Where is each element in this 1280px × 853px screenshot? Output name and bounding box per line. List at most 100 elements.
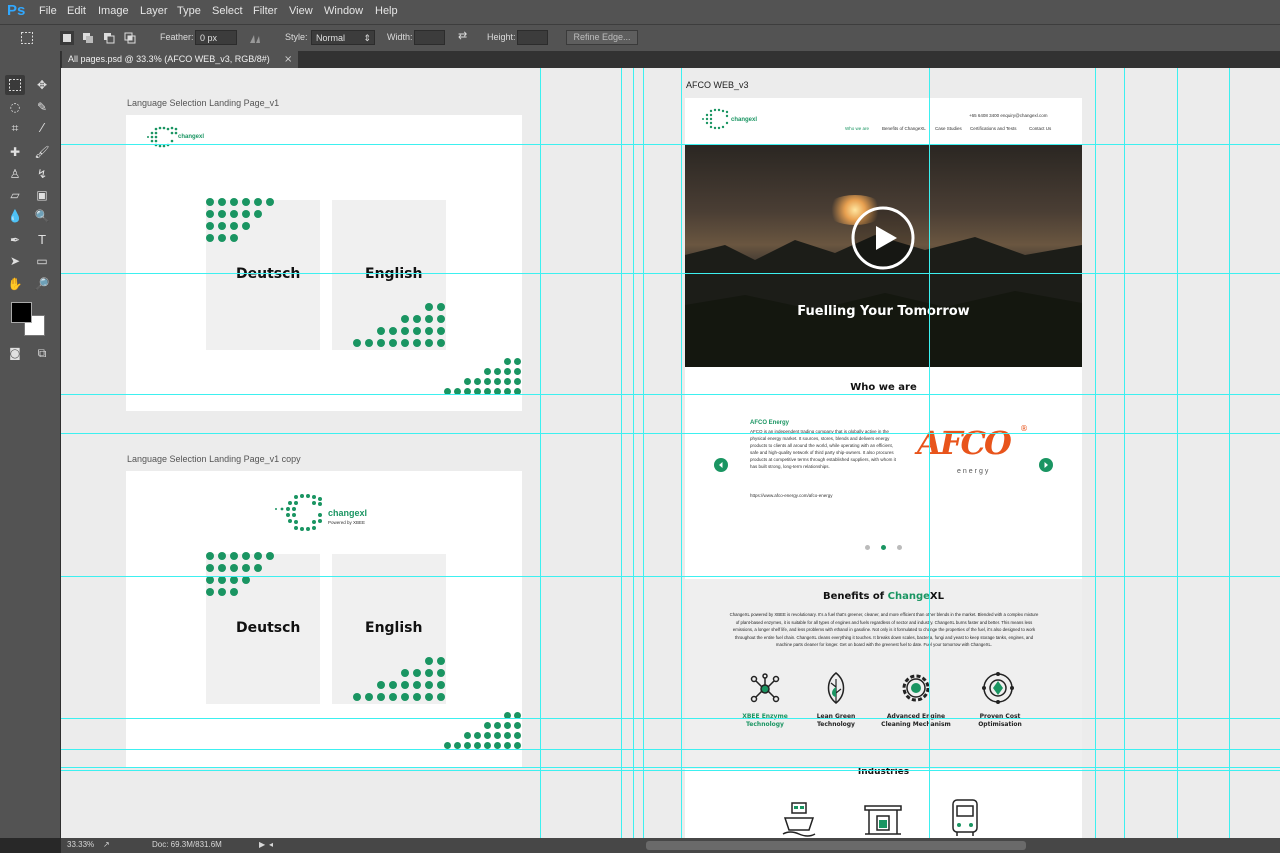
photoshop-logo: Ps: [7, 2, 26, 19]
eraser-tool-icon[interactable]: ▱: [5, 185, 25, 205]
menu-window[interactable]: Window: [324, 5, 363, 17]
gradient-tool-icon[interactable]: ▣: [32, 185, 52, 205]
guide-line-v9: [1177, 68, 1178, 838]
carousel-dot-3[interactable]: [897, 545, 902, 550]
pen-tool-icon[interactable]: ✒: [5, 230, 25, 250]
menu-edit[interactable]: Edit: [67, 5, 86, 17]
document-tab[interactable]: All pages.psd @ 33.3% (AFCO WEB_v3, RGB/…: [62, 51, 298, 68]
canvas-area[interactable]: Language Selection Landing Page_v1 chang…: [61, 68, 1280, 838]
refine-edge-button[interactable]: Refine Edge...: [566, 30, 638, 45]
menu-select[interactable]: Select: [212, 5, 243, 17]
brush-tool-icon[interactable]: 🖌: [32, 142, 52, 162]
carousel-dot-2[interactable]: [881, 545, 886, 550]
artboard-landing-v1[interactable]: changexl Deutsch English: [126, 115, 522, 411]
new-selection-icon[interactable]: [60, 31, 74, 45]
healing-brush-tool-icon[interactable]: ✚: [5, 142, 25, 162]
pattern-dot: [504, 378, 511, 385]
slide-link[interactable]: https://www.afco-energy.com/afco-energy: [750, 493, 832, 498]
anti-alias-icon[interactable]: [248, 31, 262, 45]
pattern-dot: [218, 234, 226, 242]
path-selection-tool-icon[interactable]: ➤: [5, 251, 25, 271]
move-tool-icon[interactable]: ✥: [32, 75, 52, 95]
guide-line-v2: [621, 68, 622, 838]
style-select[interactable]: Normal ⇕: [311, 30, 375, 45]
menu-view[interactable]: View: [289, 5, 313, 17]
pattern-dot: [254, 552, 262, 560]
artboard-landing-v1-copy[interactable]: changexl Powered by XBEE Deutsch English: [126, 471, 522, 767]
pattern-dot: [230, 210, 238, 218]
menu-help[interactable]: Help: [375, 5, 398, 17]
nav-benefits[interactable]: Benefits of ChangeXL: [882, 126, 926, 131]
pattern-dot: [425, 669, 433, 677]
menu-type[interactable]: Type: [177, 5, 201, 17]
carousel-dot-1[interactable]: [865, 545, 870, 550]
intersect-selection-icon[interactable]: [123, 31, 137, 45]
share-icon[interactable]: ↗: [103, 840, 110, 849]
quick-mask-icon[interactable]: ◙: [5, 343, 25, 363]
dodge-tool-icon[interactable]: 🔍: [32, 206, 52, 226]
menu-layer[interactable]: Layer: [140, 5, 168, 17]
guide-line-h4: [61, 433, 1280, 434]
status-menu-arrow-icon[interactable]: ▶: [259, 840, 265, 849]
pattern-dot: [389, 693, 397, 701]
slide-body: AFCO is an independent trading company t…: [750, 429, 896, 469]
blur-tool-icon[interactable]: 💧: [5, 206, 25, 226]
nav-who-we-are[interactable]: Who we are: [845, 126, 869, 131]
chevron-updown-icon: ⇕: [363, 33, 371, 43]
pattern-dot: [474, 742, 481, 749]
nav-case-studies[interactable]: Case Studies: [935, 126, 962, 131]
hand-tool-icon[interactable]: ✋: [5, 274, 25, 294]
menu-image[interactable]: Image: [98, 5, 129, 17]
pattern-dot: [218, 210, 226, 218]
pattern-dot: [494, 368, 501, 375]
pattern-dot: [401, 669, 409, 677]
pattern-dot: [504, 742, 511, 749]
pattern-dot: [425, 693, 433, 701]
guide-line-v4: [643, 68, 644, 838]
chevron-right-icon[interactable]: [1039, 458, 1053, 472]
history-brush-tool-icon[interactable]: ↯: [32, 164, 52, 184]
screen-mode-icon[interactable]: ⧉: [32, 343, 52, 363]
zoom-tool-icon[interactable]: 🔎: [32, 274, 52, 294]
fuel-station-icon: [864, 805, 902, 835]
artboard-afco-web[interactable]: changexl +65 6408 3400 enquiry@changexl.…: [685, 98, 1082, 838]
eyedropper-tool-icon[interactable]: ⁄: [32, 118, 52, 138]
subtract-selection-icon[interactable]: [102, 31, 116, 45]
foreground-color-swatch-front[interactable]: [11, 302, 32, 323]
rectangular-marquee-tool-icon[interactable]: [5, 75, 25, 95]
add-selection-icon[interactable]: [81, 31, 95, 45]
dot-pattern-2: [126, 471, 522, 767]
menu-file[interactable]: File: [39, 5, 57, 17]
quick-selection-tool-icon[interactable]: ✎: [32, 97, 52, 117]
nav-contact-us[interactable]: Contact Us: [1029, 126, 1051, 131]
menu-filter[interactable]: Filter: [253, 5, 277, 17]
pattern-dot: [464, 742, 471, 749]
feather-input[interactable]: 0 px: [195, 30, 237, 45]
lasso-tool-icon[interactable]: ◌: [5, 97, 25, 117]
width-label: Width:: [387, 32, 413, 42]
feather-label: Feather:: [160, 32, 194, 42]
guide-line-v3: [633, 68, 634, 838]
marquee-preset-icon[interactable]: [20, 31, 34, 45]
pattern-dot: [389, 339, 397, 347]
width-input[interactable]: [414, 30, 445, 45]
nav-certifications[interactable]: Certifications and Tests: [970, 126, 1016, 131]
pattern-dot: [514, 368, 521, 375]
play-button-icon[interactable]: [851, 206, 915, 270]
benefits-body: ChangeXL powered by XBEE is revolutionar…: [729, 612, 1039, 647]
clone-stamp-tool-icon[interactable]: ♙: [5, 164, 25, 184]
swap-dimensions-icon[interactable]: ⇄: [458, 29, 467, 42]
horizontal-scrollbar-thumb[interactable]: [646, 841, 1026, 850]
rectangle-tool-icon[interactable]: ▭: [32, 251, 52, 271]
height-label: Height:: [487, 32, 516, 42]
crop-tool-icon[interactable]: ⌗: [5, 118, 25, 138]
height-input[interactable]: [517, 30, 548, 45]
pattern-dot: [437, 339, 445, 347]
zoom-level[interactable]: 33.33%: [67, 840, 94, 849]
scroll-left-icon[interactable]: ◂: [269, 840, 273, 849]
pattern-dot: [437, 303, 445, 311]
type-tool-icon[interactable]: T: [32, 230, 52, 250]
close-icon[interactable]: ×: [284, 51, 292, 68]
pattern-dot: [494, 742, 501, 749]
chevron-left-icon[interactable]: [714, 458, 728, 472]
